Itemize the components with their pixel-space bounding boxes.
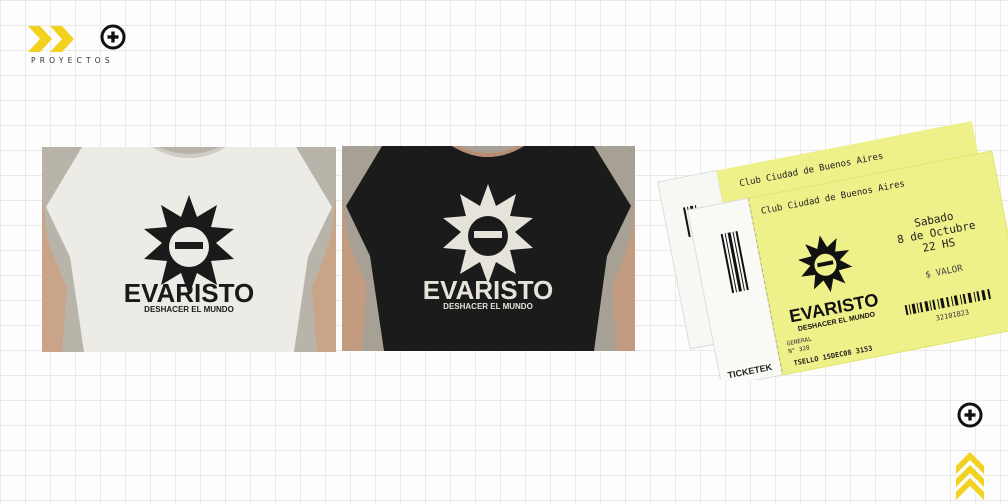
concert-tickets-image[interactable]: Club Ciudad de Buenos Aires Club Ciudad … bbox=[650, 110, 1008, 388]
header-logo: PROYECTOS bbox=[28, 24, 128, 68]
shirt-tagline: DESHACER EL MUNDO bbox=[144, 305, 234, 314]
double-chevron-up-icon[interactable] bbox=[956, 452, 984, 500]
plus-circle-icon[interactable] bbox=[957, 402, 983, 428]
black-shirt-image[interactable]: EVARISTO DESHACER EL MUNDO bbox=[342, 146, 635, 351]
white-shirt-image[interactable]: EVARISTO DESHACER EL MUNDO bbox=[42, 147, 336, 352]
shirt-brand: EVARISTO bbox=[124, 278, 255, 308]
shirt-brand: EVARISTO bbox=[423, 275, 554, 305]
double-chevron-right-icon bbox=[28, 26, 74, 52]
plus-circle-icon[interactable] bbox=[100, 24, 126, 50]
section-label: PROYECTOS bbox=[31, 56, 114, 65]
shirt-tagline: DESHACER EL MUNDO bbox=[443, 302, 533, 311]
